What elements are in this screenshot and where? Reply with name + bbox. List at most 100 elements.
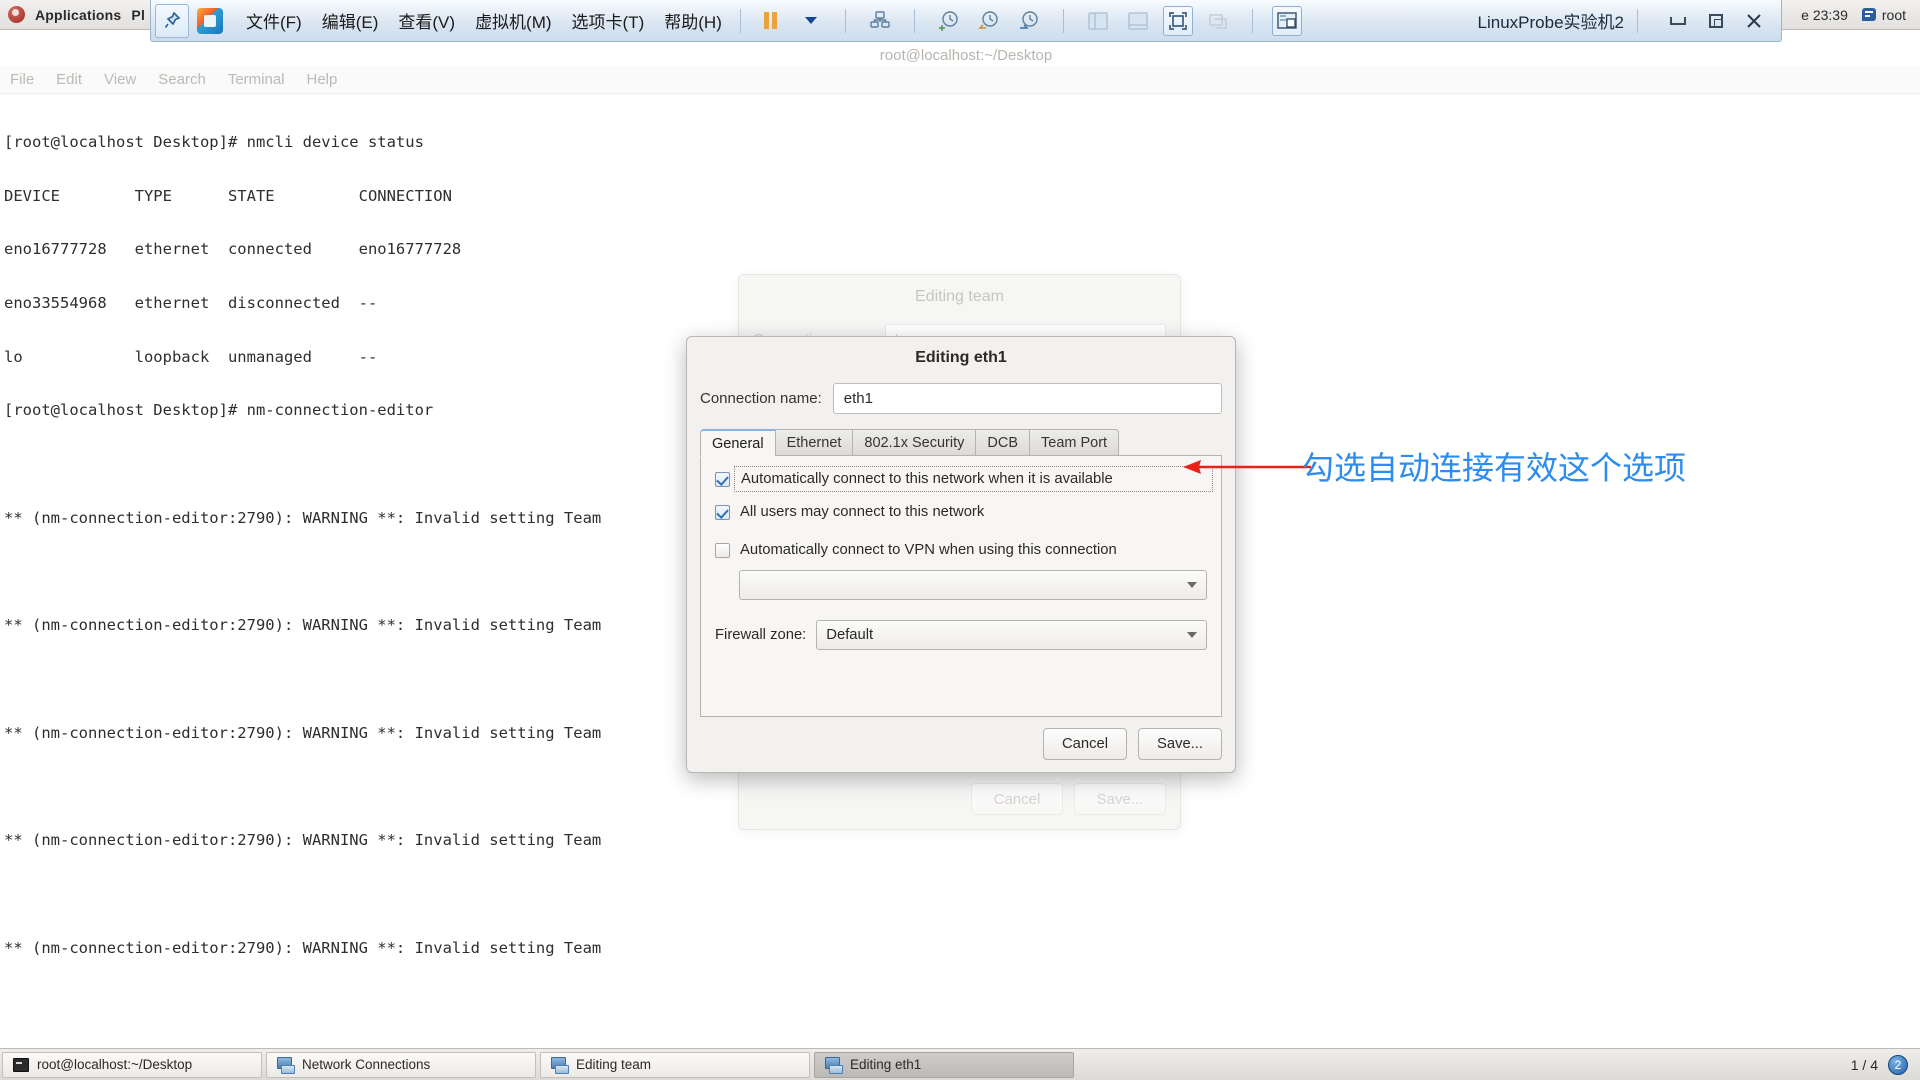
vmware-menu-edit[interactable]: 编辑(E) bbox=[313, 5, 388, 36]
terminal-window-title: root@localhost:~/Desktop bbox=[879, 46, 1053, 64]
gnome-panel-left: Applications Pl bbox=[0, 6, 145, 23]
workspace-indicator[interactable]: 2 bbox=[1888, 1054, 1908, 1075]
terminal-line: [root@localhost Desktop]# nmcli device s… bbox=[4, 132, 424, 151]
terminal-line: eno16777728 ethernet connected eno167777… bbox=[4, 240, 462, 259]
caret-down-icon[interactable] bbox=[796, 6, 826, 36]
toolbar-separator bbox=[913, 8, 915, 33]
terminal-line: ** (nm-connection-editor:2790): WARNING … bbox=[4, 831, 602, 850]
take-snapshot-icon[interactable] bbox=[934, 6, 964, 36]
editing-eth1-dialog[interactable]: Editing eth1 Connection name: eth1 Gener… bbox=[686, 336, 1236, 773]
terminal-menu-terminal[interactable]: Terminal bbox=[228, 71, 285, 88]
toolbar-separator bbox=[844, 8, 846, 33]
auto-connect-row[interactable]: Automatically connect to this network wh… bbox=[715, 466, 1213, 492]
vpn-connection-select[interactable] bbox=[739, 570, 1207, 600]
pin-icon[interactable] bbox=[155, 3, 189, 38]
screen: Applications Pl e 23:39 root root@localh… bbox=[0, 0, 1920, 1080]
auto-vpn-checkbox[interactable] bbox=[715, 542, 730, 558]
taskbar-item-network-connections[interactable]: Network Connections bbox=[266, 1051, 536, 1078]
firewall-zone-row: Firewall zone: Default bbox=[715, 620, 1207, 650]
all-users-row[interactable]: All users may connect to this network bbox=[715, 504, 1207, 520]
terminal-menu-edit[interactable]: Edit bbox=[56, 71, 82, 88]
toolbar-separator bbox=[739, 8, 741, 33]
firewall-zone-select[interactable]: Default bbox=[816, 620, 1207, 650]
restore-icon[interactable] bbox=[1705, 11, 1727, 31]
user-icon bbox=[1861, 8, 1876, 21]
manage-snapshots-icon[interactable] bbox=[1014, 6, 1044, 36]
auto-connect-checkbox[interactable] bbox=[715, 471, 730, 487]
network-window-icon bbox=[277, 1057, 295, 1074]
chevron-down-icon bbox=[1187, 632, 1197, 638]
taskbar-item-label: Network Connections bbox=[302, 1057, 431, 1072]
network-window-icon bbox=[825, 1057, 843, 1074]
vmware-window-title: LinuxProbe实验机2 bbox=[1477, 13, 1624, 32]
tab-8021x-security[interactable]: 802.1x Security bbox=[852, 429, 976, 456]
tab-ethernet[interactable]: Ethernet bbox=[774, 429, 853, 456]
revert-snapshot-icon[interactable] bbox=[974, 6, 1004, 36]
auto-vpn-label: Automatically connect to VPN when using … bbox=[740, 542, 1117, 558]
terminal-menubar: File Edit View Search Terminal Help bbox=[0, 66, 1920, 94]
tab-dcb[interactable]: DCB bbox=[975, 429, 1029, 456]
firewall-zone-value: Default bbox=[826, 627, 874, 643]
vmware-menu-help[interactable]: 帮助(H) bbox=[655, 5, 731, 36]
user-menu[interactable]: root bbox=[1861, 7, 1906, 23]
taskbar-item-label: root@localhost:~/Desktop bbox=[37, 1057, 193, 1072]
all-users-checkbox[interactable] bbox=[715, 504, 730, 520]
taskbar-item-label: Editing eth1 bbox=[850, 1057, 922, 1072]
connection-name-input[interactable]: eth1 bbox=[832, 383, 1222, 414]
snapshot-manager-icon[interactable] bbox=[865, 6, 895, 36]
eth1-tab-bar: General Ethernet 802.1x Security DCB Tea… bbox=[687, 414, 1235, 457]
tab-team-port[interactable]: Team Port bbox=[1029, 429, 1120, 456]
taskbar-item-label: Editing team bbox=[576, 1057, 652, 1072]
minimize-icon[interactable] bbox=[1667, 11, 1689, 31]
places-menu[interactable]: Pl bbox=[131, 7, 145, 23]
general-tab-panel: Automatically connect to this network wh… bbox=[700, 455, 1222, 717]
taskbar-item-editing-eth1[interactable]: Editing eth1 bbox=[814, 1051, 1074, 1078]
cancel-button[interactable]: Cancel bbox=[971, 783, 1063, 815]
terminal-menu-help[interactable]: Help bbox=[307, 71, 338, 88]
vmware-menu-file[interactable]: 文件(F) bbox=[237, 5, 311, 36]
taskbar-right: 1 / 4 2 bbox=[1850, 1054, 1920, 1075]
unity-mode-icon[interactable] bbox=[1203, 6, 1233, 36]
terminal-menu-view[interactable]: View bbox=[104, 71, 136, 88]
cancel-button[interactable]: Cancel bbox=[1043, 728, 1127, 760]
vmware-menu-view[interactable]: 查看(V) bbox=[389, 5, 464, 36]
toolbar-separator bbox=[1637, 8, 1638, 33]
tab-general[interactable]: General bbox=[700, 429, 775, 457]
auto-connect-focus-frame: Automatically connect to this network wh… bbox=[734, 466, 1213, 492]
editing-eth1-title: Editing eth1 bbox=[915, 349, 1007, 366]
terminal-line: ** (nm-connection-editor:2790): WARNING … bbox=[4, 938, 602, 957]
taskbar-item-terminal[interactable]: root@localhost:~/Desktop bbox=[2, 1051, 262, 1078]
eth1-dialog-footer: Cancel Save... bbox=[1043, 728, 1222, 760]
save-button[interactable]: Save... bbox=[1138, 728, 1222, 760]
vmware-toolbar-buttons bbox=[756, 5, 1302, 36]
pause-icon[interactable] bbox=[756, 6, 786, 36]
gnome-panel-right: e 23:39 root bbox=[1801, 7, 1920, 23]
network-window-icon bbox=[551, 1057, 569, 1074]
taskbar-item-editing-team[interactable]: Editing team bbox=[540, 1051, 810, 1078]
save-button[interactable]: Save... bbox=[1074, 783, 1166, 815]
all-users-label: All users may connect to this network bbox=[740, 504, 985, 520]
show-library-icon[interactable] bbox=[1083, 6, 1113, 36]
auto-connect-label: Automatically connect to this network wh… bbox=[741, 471, 1113, 487]
vmware-menu-vm[interactable]: 虚拟机(M) bbox=[466, 5, 560, 36]
editing-team-title: Editing team bbox=[915, 288, 1004, 305]
clock[interactable]: e 23:39 bbox=[1801, 7, 1848, 23]
console-view-icon[interactable] bbox=[1271, 5, 1302, 36]
show-thumbnail-bar-icon[interactable] bbox=[1123, 6, 1153, 36]
vmware-menu-tabs[interactable]: 选项卡(T) bbox=[563, 5, 654, 36]
close-icon[interactable] bbox=[1743, 11, 1765, 31]
terminal-menu-file[interactable]: File bbox=[10, 71, 34, 88]
workspace-pager-count: 1 / 4 bbox=[1850, 1056, 1878, 1073]
editing-team-footer: Cancel Save... bbox=[971, 783, 1166, 815]
vmware-window-buttons bbox=[1647, 11, 1781, 31]
applications-menu[interactable]: Applications bbox=[35, 7, 121, 23]
terminal-menu-search[interactable]: Search bbox=[158, 71, 206, 88]
left-arrow-annotation-icon bbox=[1183, 456, 1313, 478]
bottom-taskbar: root@localhost:~/Desktop Network Connect… bbox=[0, 1048, 1920, 1080]
connection-name-label: Connection name: bbox=[700, 390, 822, 407]
fullscreen-icon[interactable] bbox=[1162, 5, 1193, 36]
auto-vpn-row[interactable]: Automatically connect to VPN when using … bbox=[715, 542, 1207, 558]
vmware-app-icon bbox=[197, 7, 223, 34]
